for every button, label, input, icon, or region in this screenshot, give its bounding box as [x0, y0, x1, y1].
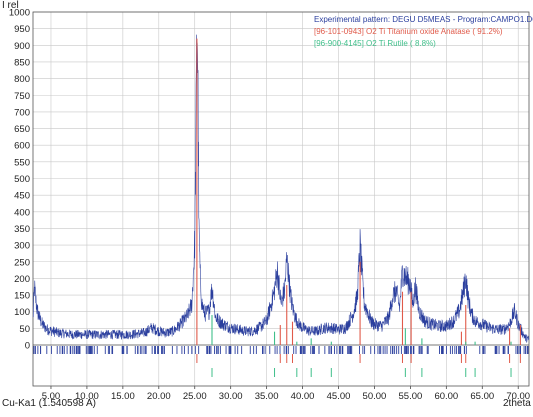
chart-svg: 0 50 100 150 200 250 300 350 400 450 500 550 600 650 7…	[0, 0, 533, 412]
legend-entry: [96-900-4145] O2 Ti Rutile ( 8.8%)	[314, 39, 436, 48]
y-axis-label: I rel	[2, 0, 19, 11]
y-tick-label: 700	[14, 107, 30, 118]
legend-entry: [96-101-0943] O2 Ti Titanium oxide Anata…	[314, 27, 503, 36]
x-tick-label: 25.00	[183, 391, 207, 402]
y-tick-label: 850	[14, 57, 30, 68]
legend-entry: Experimental pattern: DEGU D5MEAS - Prog…	[314, 15, 533, 24]
y-tick-label: 300	[14, 241, 30, 252]
y-tick-label: 650	[14, 124, 30, 135]
y-tick-label: 750	[14, 91, 30, 102]
wavelength-label: Cu-Ka1 (1.540598 A)	[2, 398, 96, 409]
y-tick-label: 500	[14, 174, 30, 185]
y-tick-label: 450	[14, 191, 30, 202]
y-tick-label: 150	[14, 291, 30, 302]
y-tick-label: 250	[14, 257, 30, 268]
x-tick-label: 30.00	[219, 391, 243, 402]
y-tick-label: 400	[14, 207, 30, 218]
x-tick-label: 35.00	[255, 391, 279, 402]
y-tick-label: 0	[25, 341, 30, 352]
x-axis-label: 2theta	[503, 398, 531, 409]
x-tick-label: 55.00	[399, 391, 423, 402]
x-tick-label: 45.00	[327, 391, 351, 402]
x-tick-label: 15.00	[111, 391, 135, 402]
y-tick-label: 550	[14, 157, 30, 168]
y-tick-label: 900	[14, 41, 30, 52]
y-tick-label: 600	[14, 141, 30, 152]
xrd-chart: 0 50 100 150 200 250 300 350 400 450 500 550 600 650 7…	[0, 0, 533, 412]
y-tick-label: 50	[19, 324, 30, 335]
y-tick-label: 200	[14, 274, 30, 285]
y-tick-label: 950	[14, 24, 30, 35]
y-tick-label: 800	[14, 74, 30, 85]
x-tick-label: 50.00	[363, 391, 387, 402]
x-tick-label: 40.00	[291, 391, 315, 402]
x-tick-label: 20.00	[147, 391, 171, 402]
x-tick-label: 60.00	[434, 391, 458, 402]
y-tick-label: 100	[14, 307, 30, 318]
y-tick-label: 350	[14, 224, 30, 235]
x-tick-label: 65.00	[470, 391, 494, 402]
